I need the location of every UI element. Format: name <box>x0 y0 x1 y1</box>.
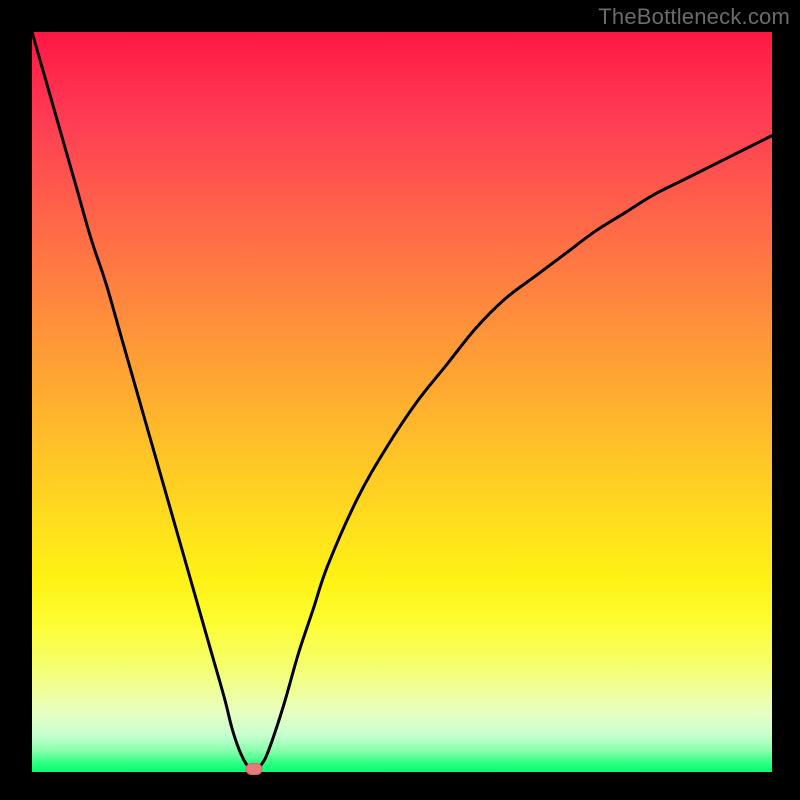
curve-path <box>32 32 772 772</box>
chart-marker <box>246 763 263 775</box>
chart-curve-svg <box>32 32 772 772</box>
chart-stage: TheBottleneck.com <box>0 0 800 800</box>
watermark-text: TheBottleneck.com <box>598 4 790 30</box>
